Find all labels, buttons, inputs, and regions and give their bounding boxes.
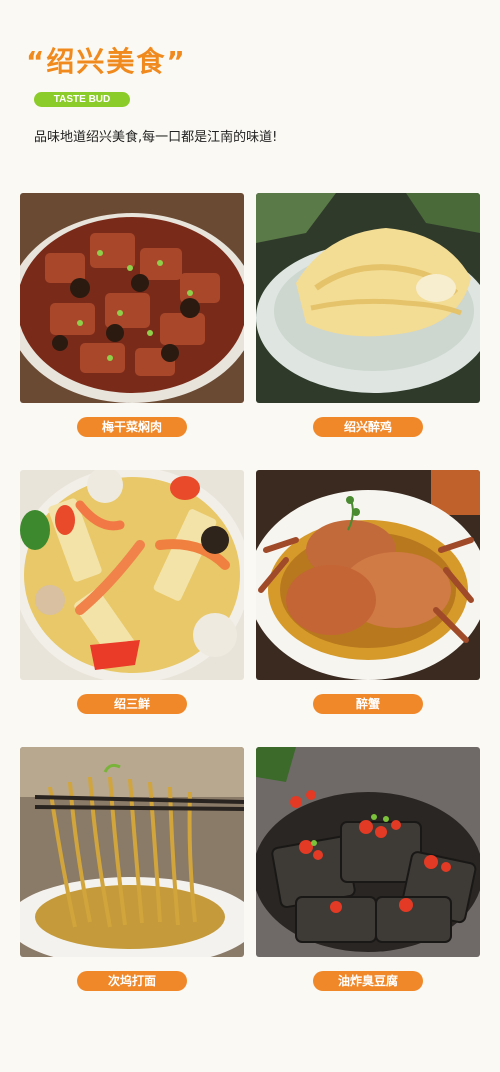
drunken-crab-photo [256,470,480,680]
dish-card-braised-pork[interactable]: 梅干菜焖肉 [20,193,244,437]
dish-label: 油炸臭豆腐 [313,971,423,991]
dish-label: 次坞打面 [77,971,187,991]
drunken-chicken-photo [256,193,480,403]
dish-card-fried-tofu[interactable]: 油炸臭豆腐 [256,747,480,991]
noodles-photo [20,747,244,957]
braised-pork-photo [20,193,244,403]
dish-label: 梅干菜焖肉 [77,417,187,437]
dish-card-drunken-chicken[interactable]: 绍兴醉鸡 [256,193,480,437]
fried-tofu-photo [256,747,480,957]
seafood-stew-photo [20,470,244,680]
taste-bud-badge: TASTE BUD [34,92,130,107]
page-title: “绍兴美食” [26,45,187,78]
dish-label: 绍兴醉鸡 [313,417,423,437]
dish-card-drunken-crab[interactable]: 醉蟹 [256,470,480,714]
dish-card-seafood-stew[interactable]: 绍三鲜 [20,470,244,714]
dish-card-noodles[interactable]: 次坞打面 [20,747,244,991]
intro-text: 品味地道绍兴美食,每一口都是江南的味道! [34,130,278,145]
dish-label: 醉蟹 [313,694,423,714]
dish-label: 绍三鲜 [77,694,187,714]
